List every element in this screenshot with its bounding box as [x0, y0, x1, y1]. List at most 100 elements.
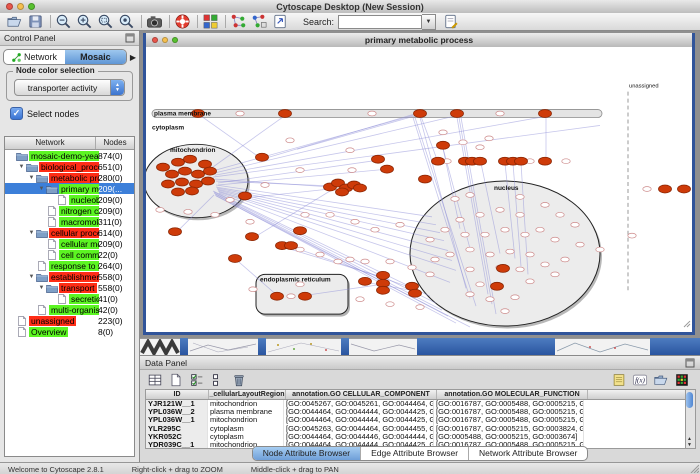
network-node[interactable] [236, 111, 244, 116]
network-node[interactable] [346, 148, 354, 153]
network-node[interactable] [551, 272, 559, 277]
network-canvas[interactable]: plasma membranecytoplasmmitochondrionnuc… [146, 47, 692, 329]
tab-edge-attribute-browser[interactable]: Edge Attribute Browser [361, 447, 469, 460]
network-node-selected[interactable] [432, 157, 445, 165]
table-cell[interactable]: YPL036W__2 [146, 408, 208, 416]
search-input[interactable] [338, 15, 422, 29]
tab-node-attribute-browser[interactable]: Node Attribute Browser [253, 447, 361, 460]
network-node[interactable] [466, 247, 474, 252]
minimized-window-thumbnail[interactable] [266, 338, 341, 355]
network-node[interactable] [461, 232, 469, 237]
zoom-in-icon[interactable] [76, 13, 93, 30]
network-node[interactable] [516, 267, 524, 272]
expand-triangle-icon[interactable]: ▼ [37, 285, 46, 291]
network-node[interactable] [326, 212, 334, 217]
unselect-attributes-icon[interactable] [209, 371, 227, 389]
vizmapper-icon[interactable] [202, 13, 219, 30]
table-cell[interactable]: [GO:0005488, GO:0005215, GO:0003674] [434, 433, 584, 441]
table-cell[interactable]: [GO:0045267, GO:0045261, GO:0044464, G..… [284, 400, 434, 408]
table-cell[interactable]: [GO:0016787, GO:0005215, GO:0003824, G..… [434, 425, 584, 433]
table-cell[interactable]: [GO:0044464, GO:0044444, GO:0044425, G..… [284, 416, 434, 424]
network-node[interactable] [476, 212, 484, 217]
tree-row-mosaic-demo-yeast[interactable]: mosaic-demo-yeast874(0) [5, 150, 134, 161]
network-node-selected[interactable] [271, 292, 284, 300]
float-panel-icon[interactable] [125, 33, 135, 43]
network-node[interactable] [541, 262, 549, 267]
table-cell[interactable]: [GO:0045263, GO:0044464, GO:0044455, G..… [284, 425, 434, 433]
minimized-window-edge[interactable] [650, 338, 700, 355]
network-node[interactable] [486, 297, 494, 302]
network-node[interactable] [451, 197, 459, 202]
network-node-selected[interactable] [162, 180, 175, 188]
table-cell[interactable]: cytoplasm [208, 433, 284, 441]
network-node[interactable] [526, 279, 534, 284]
tree-row-primary-metabo[interactable]: ▼primary metabo209(... [5, 183, 134, 194]
scrollbar-thumb[interactable] [686, 392, 693, 408]
network-node[interactable] [506, 249, 514, 254]
network-node-selected[interactable] [192, 170, 205, 178]
network-node-selected[interactable] [172, 158, 185, 166]
table-cell[interactable]: [GO:0044464, GO:0044444, GO:0044425, G..… [284, 408, 434, 416]
window-resize-grip[interactable] [689, 463, 699, 473]
tree-row-macromolecule[interactable]: macromolecule311(0) [5, 216, 134, 227]
network-node-selected[interactable] [256, 153, 269, 161]
table-cell[interactable]: [GO:0016787, GO:0005488, GO:0005215, G..… [434, 400, 584, 408]
network-node-selected[interactable] [184, 155, 197, 163]
tree-row-cell-communicat[interactable]: cell communicat22(0) [5, 249, 134, 260]
network-node[interactable] [596, 247, 604, 252]
network-node-selected[interactable] [419, 175, 432, 183]
network-node[interactable] [571, 222, 579, 227]
snapshot-icon[interactable] [146, 13, 163, 30]
new-attribute-icon[interactable] [167, 371, 185, 389]
zoom-selected-icon[interactable] [97, 13, 114, 30]
table-row[interactable]: YLR295Ccytoplasm[GO:0045263, GO:0044464,… [146, 425, 685, 433]
tree-col-nodes[interactable]: Nodes [96, 137, 134, 149]
network-node-selected[interactable] [354, 184, 367, 192]
tree-row-nucleobase-[interactable]: nucleobase-209(0) [5, 194, 134, 205]
network-node[interactable] [466, 267, 474, 272]
network-node-selected[interactable] [515, 157, 528, 165]
tab-network[interactable]: Network [4, 50, 65, 64]
table-row[interactable]: YJR121W__1mitochondrion[GO:0045267, GO:0… [146, 400, 685, 408]
minimized-window-edge[interactable] [258, 338, 266, 355]
tree-row-overview[interactable]: Overview8(0) [5, 326, 134, 337]
network-node-selected[interactable] [437, 141, 450, 149]
table-cell[interactable]: mitochondrion [208, 416, 284, 424]
expand-triangle-icon[interactable]: ▼ [27, 230, 36, 236]
network-node-selected[interactable] [229, 255, 242, 263]
table-col-header[interactable]: annotation.GO MOLECULAR_FUNCTION [437, 390, 588, 399]
network-node[interactable] [249, 287, 257, 292]
heatmap-icon[interactable] [673, 371, 691, 389]
expand-triangle-icon[interactable]: ▼ [27, 175, 36, 181]
tree-row-multi-organism-pro[interactable]: multi-organism pro42(0) [5, 304, 134, 315]
network-node[interactable] [416, 305, 424, 310]
table-row[interactable]: YPL036W__2plasma membrane[GO:0044464, GO… [146, 408, 685, 416]
table-cell[interactable]: mitochondrion [208, 400, 284, 408]
network-node-selected[interactable] [166, 170, 179, 178]
tree-col-network[interactable]: Network [5, 137, 96, 149]
network-node[interactable] [368, 111, 376, 116]
network-node[interactable] [361, 259, 369, 264]
table-cell[interactable]: YLR295C [146, 425, 208, 433]
network-overview-icon[interactable] [230, 13, 247, 30]
node-color-dropdown[interactable]: transporter activity ▲▼ [14, 79, 125, 96]
network-node-selected[interactable] [157, 163, 170, 171]
network-node-selected[interactable] [176, 178, 189, 186]
network-node[interactable] [287, 294, 295, 299]
network-node[interactable] [431, 257, 439, 262]
network-node[interactable] [466, 193, 474, 198]
network-node[interactable] [408, 265, 416, 270]
network-node[interactable] [496, 207, 504, 212]
network-node-selected[interactable] [678, 185, 691, 193]
network-node[interactable] [386, 259, 394, 264]
select-nodes-checkbox[interactable]: ✓ [10, 107, 23, 120]
tree-row-cellular-process[interactable]: ▼cellular process614(0) [5, 227, 134, 238]
zoom-fit-icon[interactable] [118, 13, 135, 30]
expand-triangle-icon[interactable]: ▼ [27, 274, 36, 280]
minimized-window-edge[interactable] [341, 338, 349, 355]
network-node-selected[interactable] [246, 233, 259, 241]
minimized-window-thumbnail[interactable] [349, 338, 417, 355]
network-node[interactable] [459, 140, 467, 145]
network-node[interactable] [496, 111, 504, 116]
network-node[interactable] [426, 272, 434, 277]
